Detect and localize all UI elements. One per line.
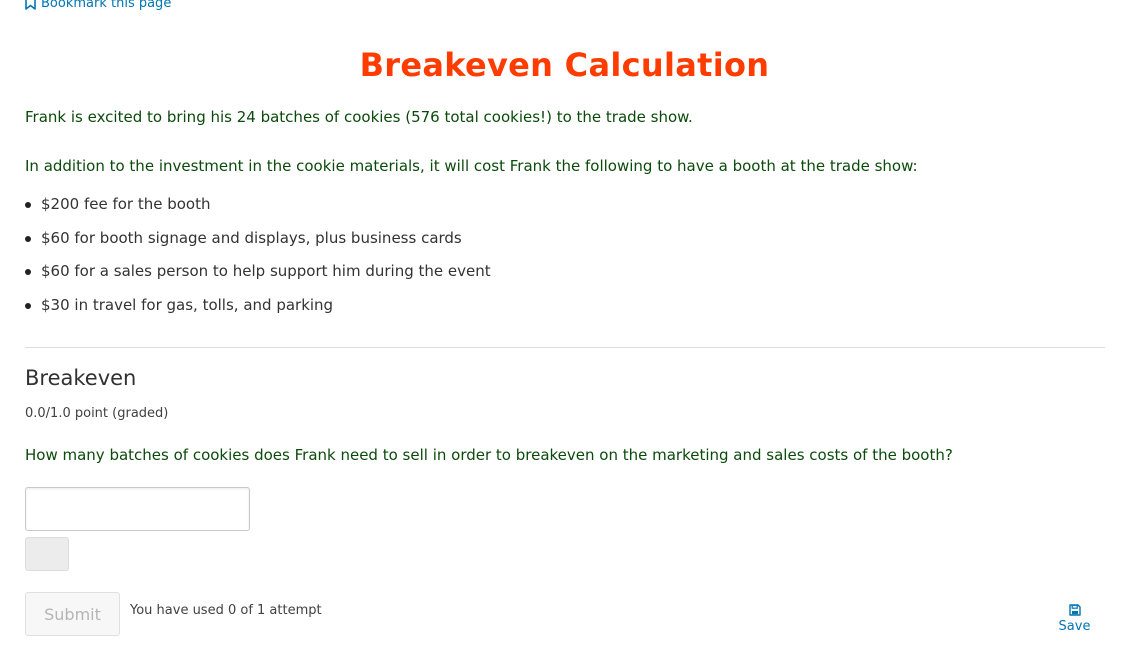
save-label: Save <box>1058 619 1091 634</box>
page: Bookmark this page Breakeven Calculation… <box>0 0 1139 652</box>
submit-button[interactable]: Submit <box>25 592 120 636</box>
save-button[interactable]: Save <box>1052 604 1097 634</box>
list-item: $30 in travel for gas, tolls, and parkin… <box>25 292 491 326</box>
cost-item-text: $60 for booth signage and displays, plus… <box>41 228 462 247</box>
bullet <box>25 269 31 275</box>
intro-text: Frank is excited to bring his 24 batches… <box>25 108 693 126</box>
bullet <box>25 302 31 309</box>
problem-question: How many batches of cookies does Frank n… <box>25 446 953 464</box>
problem-title: Breakeven <box>25 366 137 390</box>
bullet <box>25 235 31 242</box>
list-item: $60 for booth signage and displays, plus… <box>25 225 491 259</box>
page-title: Breakeven Calculation <box>359 46 770 84</box>
costs-list: $200 fee for the booth $60 for booth sig… <box>25 191 491 325</box>
problem-score: 0.0/1.0 point (graded) <box>25 406 169 421</box>
cost-item-text: $60 for a sales person to help support h… <box>41 262 491 280</box>
save-icon <box>1068 604 1081 616</box>
cost-item-text: $200 fee for the booth <box>41 195 211 213</box>
costs-intro-text: In addition to the investment in the coo… <box>25 157 918 175</box>
list-item: $60 for a sales person to help support h… <box>25 258 491 292</box>
cost-item-text: $30 in travel for gas, tolls, and parkin… <box>41 295 334 314</box>
bookmark-icon <box>25 0 36 10</box>
bookmark-link[interactable]: Bookmark this page <box>25 0 171 11</box>
divider <box>25 347 1105 348</box>
answer-input[interactable] <box>25 487 250 531</box>
attempts-text: You have used 0 of 1 attempt <box>130 603 322 618</box>
list-item: $200 fee for the booth <box>25 191 491 225</box>
bullet <box>25 202 31 208</box>
answer-status-indicator <box>25 537 69 571</box>
bookmark-label: Bookmark this page <box>41 0 172 11</box>
